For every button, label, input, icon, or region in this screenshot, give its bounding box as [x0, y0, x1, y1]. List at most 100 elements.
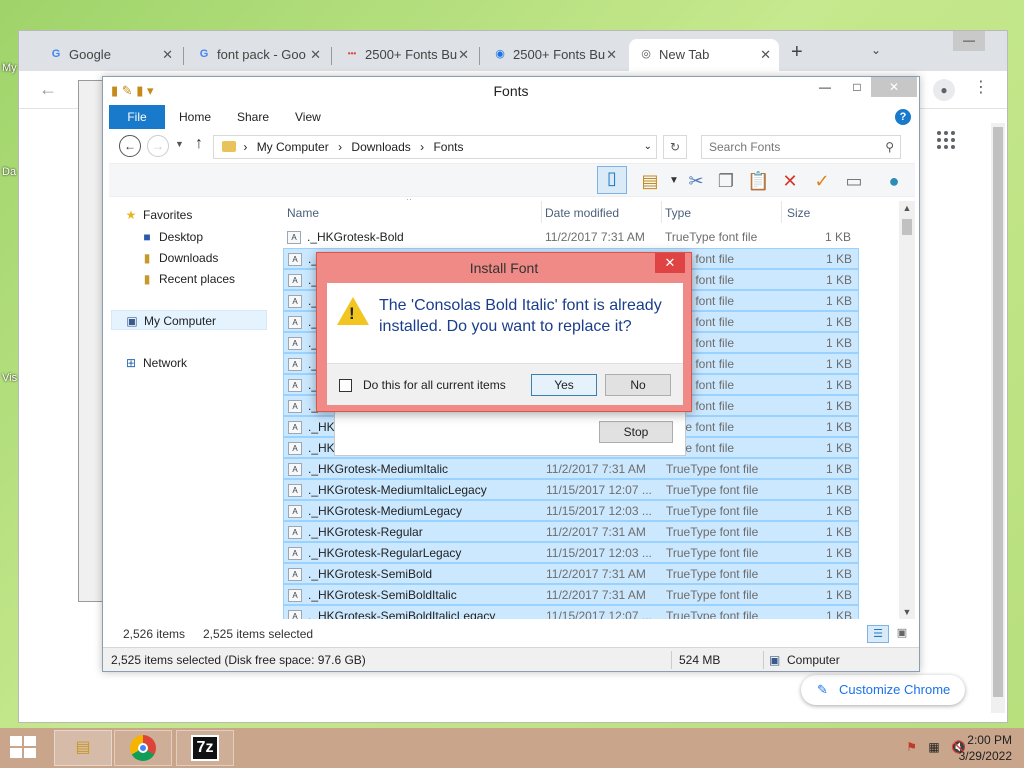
checkmark-icon[interactable]: ✓ — [811, 170, 833, 192]
scroll-down-icon[interactable]: ▼ — [899, 605, 915, 619]
stop-button[interactable]: Stop — [599, 421, 673, 443]
details-view-icon[interactable]: ☰ — [867, 625, 889, 643]
nav-downloads[interactable]: ▮ Downloads — [139, 248, 219, 268]
tab-close-icon[interactable]: ✕ — [310, 39, 321, 71]
new-tab-button[interactable]: + — [791, 41, 803, 64]
scroll-thumb[interactable] — [902, 219, 912, 235]
chrome-tab[interactable]: G Google ✕ — [39, 39, 181, 71]
chrome-icon[interactable] — [114, 730, 172, 766]
window-title: Fonts — [493, 83, 529, 99]
font-file-icon: A — [288, 442, 302, 455]
column-divider[interactable] — [661, 201, 662, 223]
tab-close-icon[interactable]: ✕ — [458, 39, 469, 71]
desktop-icon-label[interactable]: Da — [2, 166, 16, 178]
apply-to-all-checkbox[interactable] — [339, 379, 352, 392]
clock[interactable]: 2:00 PM 3/29/2022 — [942, 732, 1012, 764]
table-row[interactable]: A ._HKGrotesk-Bold 11/2/2017 7:31 AM TrueTy… — [283, 227, 859, 248]
status-divider — [763, 651, 764, 669]
rename-icon[interactable]: ▭ — [843, 170, 865, 192]
column-divider[interactable] — [781, 201, 782, 223]
breadcrumb-downloads[interactable]: Downloads — [351, 140, 410, 154]
paste-icon[interactable]: 📋 — [747, 170, 769, 192]
tab-search-chevron-icon[interactable]: ⌄ — [871, 43, 881, 57]
action-center-flag-icon[interactable]: ⚑ — [906, 740, 917, 754]
address-dropdown-icon[interactable]: ⌄ — [644, 136, 652, 158]
customize-chrome-button[interactable]: ✎ Customize Chrome — [801, 675, 965, 705]
chrome-tab-active[interactable]: ◎ New Tab ✕ — [629, 39, 779, 71]
chrome-tab[interactable]: ••• 2500+ Fonts Bu ✕ — [335, 39, 477, 71]
minimize-icon[interactable]: — — [953, 31, 985, 51]
dialog-close-icon[interactable]: ✕ — [655, 253, 685, 273]
ribbon-tab-view[interactable]: View — [295, 105, 321, 129]
table-row[interactable]: A ._HKGrotesk-MediumLegacy 11/15/2017 12:0… — [283, 500, 859, 521]
nav-desktop[interactable]: ■ Desktop — [139, 227, 203, 247]
nav-label: Recent places — [159, 272, 236, 286]
file-list-scrollbar[interactable]: ▲ ▼ — [899, 201, 915, 619]
recent-locations-chevron-icon[interactable]: ▼ — [175, 139, 184, 149]
network-icon[interactable]: ▦ — [928, 740, 939, 754]
table-row[interactable]: A ._HKGrotesk-MediumItalicLegacy 11/15/201… — [283, 479, 859, 500]
preview-pane-icon[interactable]: ▯ — [597, 166, 627, 194]
desktop-icon-label[interactable]: My — [2, 62, 17, 74]
breadcrumb-my-computer[interactable]: My Computer — [257, 140, 329, 154]
cut-icon[interactable]: ✂ — [685, 170, 707, 192]
dropdown-chevron-icon[interactable]: ▼ — [663, 170, 685, 192]
table-row[interactable]: A ._HKGrotesk-RegularLegacy 11/15/2017 12:… — [283, 542, 859, 563]
tab-close-icon[interactable]: ✕ — [606, 39, 617, 71]
large-icons-view-icon[interactable]: ▣ — [893, 625, 911, 643]
properties-folder-icon[interactable]: ▤ — [639, 170, 661, 192]
search-input[interactable]: Search Fonts ⚲ — [701, 135, 901, 159]
tab-title: font pack - Goo — [217, 47, 306, 62]
7zip-icon[interactable]: 7z — [176, 730, 234, 766]
scroll-up-icon[interactable]: ▲ — [899, 201, 915, 215]
explorer-title-bar[interactable]: ▮ ✎ ▮ ▾ Fonts — □ ✕ — [103, 77, 919, 105]
apps-grid-icon[interactable] — [937, 131, 957, 151]
table-row[interactable]: A ._HKGrotesk-SemiBold 11/2/2017 7:31 AM Tr… — [283, 563, 859, 584]
maximize-icon[interactable]: □ — [843, 77, 871, 97]
help-icon[interactable]: ? — [895, 109, 911, 125]
table-row[interactable]: A ._HKGrotesk-Regular 11/2/2017 7:31 AM Tru… — [283, 521, 859, 542]
address-bar[interactable]: › My Computer › Downloads › Fonts ⌄ — [213, 135, 657, 159]
forward-icon[interactable]: → — [147, 135, 169, 157]
nav-network[interactable]: ⊞ Network — [123, 353, 187, 373]
column-header-size[interactable]: Size — [787, 203, 810, 223]
globe-icon[interactable]: ● — [883, 170, 905, 192]
column-header-name[interactable]: Name — [287, 203, 319, 223]
tab-close-icon[interactable]: ✕ — [162, 39, 173, 71]
chrome-menu-icon[interactable]: ⋮ — [973, 77, 989, 97]
ribbon-tab-file[interactable]: File — [109, 105, 165, 129]
table-row[interactable]: A ._HKGrotesk-MediumItalic 11/2/2017 7:31 … — [283, 458, 859, 479]
copy-icon[interactable]: ❐ — [715, 170, 737, 192]
scroll-thumb[interactable] — [993, 127, 1003, 697]
sort-ascending-icon: ^ — [407, 199, 412, 205]
up-arrow-icon[interactable]: ↑ — [195, 135, 203, 153]
yes-button[interactable]: Yes — [531, 374, 597, 396]
ribbon-tab-home[interactable]: Home — [179, 105, 211, 129]
windows-start-icon[interactable] — [10, 736, 38, 760]
column-header-date[interactable]: Date modified — [545, 203, 619, 223]
column-divider[interactable] — [541, 201, 542, 223]
minimize-icon[interactable]: — — [811, 77, 839, 97]
file-explorer-icon[interactable]: ▤ — [54, 730, 112, 766]
tab-close-icon[interactable]: ✕ — [760, 39, 771, 71]
table-row[interactable]: A ._HKGrotesk-SemiBoldItalicLegacy 11/15/2… — [283, 605, 859, 619]
profile-avatar-icon[interactable]: ● — [933, 79, 955, 101]
chrome-tab[interactable]: ◉ 2500+ Fonts Bu ✕ — [483, 39, 625, 71]
nav-recent-places[interactable]: ▮ Recent places — [139, 269, 235, 289]
close-icon[interactable]: ✕ — [871, 77, 917, 97]
font-file-icon: A — [288, 253, 302, 266]
back-icon[interactable]: ← — [119, 135, 141, 157]
no-button[interactable]: No — [605, 374, 671, 396]
breadcrumb-fonts[interactable]: Fonts — [433, 140, 463, 154]
delete-icon[interactable]: ✕ — [779, 170, 801, 192]
back-arrow-icon[interactable]: ← — [39, 79, 57, 100]
apply-to-all-label[interactable]: Do this for all current items — [363, 378, 506, 392]
chrome-scrollbar[interactable] — [991, 123, 1005, 713]
chrome-tab[interactable]: G font pack - Goo ✕ — [187, 39, 329, 71]
column-header-type[interactable]: Type — [665, 203, 691, 223]
nav-favorites[interactable]: ★ Favorites — [123, 205, 193, 225]
ribbon-tab-share[interactable]: Share — [237, 105, 269, 129]
nav-my-computer[interactable]: ▣ My Computer — [111, 310, 267, 330]
table-row[interactable]: A ._HKGrotesk-SemiBoldItalic 11/2/2017 7:3… — [283, 584, 859, 605]
refresh-icon[interactable]: ↻ — [663, 135, 687, 159]
